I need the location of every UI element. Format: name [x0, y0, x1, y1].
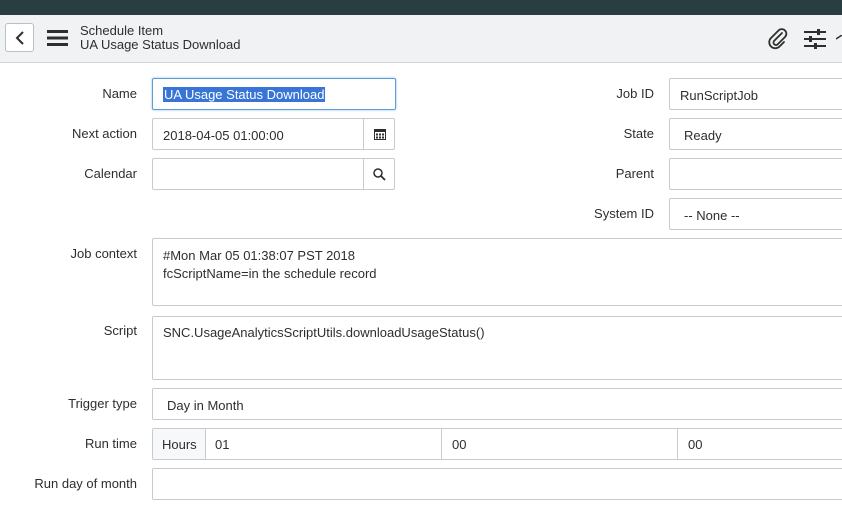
paperclip-icon[interactable]: [767, 28, 789, 50]
trigger-type-value: Day in Month: [167, 398, 244, 413]
parent-field[interactable]: [669, 158, 842, 190]
system-id-label: System ID: [594, 206, 654, 221]
hamburger-menu-icon[interactable]: [47, 30, 68, 46]
state-select[interactable]: Ready: [669, 118, 842, 150]
job-context-line-1: #Mon Mar 05 01:38:07 PST 2018: [163, 248, 355, 263]
trigger-type-label: Trigger type: [68, 396, 137, 411]
name-value: UA Usage Status Download: [163, 87, 326, 102]
form-header: Schedule Item UA Usage Status Download: [0, 15, 842, 63]
job-id-field[interactable]: RunScriptJob: [669, 78, 842, 110]
chevron-left-icon: [15, 31, 24, 45]
name-label: Name: [102, 86, 137, 101]
sliders-icon[interactable]: [804, 29, 826, 49]
record-name-subtitle: UA Usage Status Download: [80, 37, 241, 52]
run-time-field: Hours 01 00 00: [152, 428, 842, 460]
next-action-field[interactable]: 2018-04-05 01:00:00: [152, 118, 364, 150]
more-options-icon[interactable]: [836, 35, 842, 43]
run-time-minutes-select[interactable]: 00: [442, 429, 678, 459]
run-time-hours-select[interactable]: 01: [206, 429, 442, 459]
run-day-of-month-label: Run day of month: [34, 476, 137, 491]
run-day-of-month-select[interactable]: [152, 468, 842, 500]
back-button[interactable]: [5, 23, 34, 52]
parent-label: Parent: [615, 166, 654, 181]
script-label: Script: [103, 323, 137, 338]
name-field[interactable]: UA Usage Status Download: [152, 78, 396, 110]
script-editor[interactable]: SNC.UsageAnalyticsScriptUtils.downloadUs…: [152, 316, 842, 380]
run-time-label: Run time: [84, 436, 137, 451]
system-id-select[interactable]: -- None --: [669, 198, 842, 230]
run-time-seconds-value: 00: [688, 437, 703, 452]
run-time-minutes-value: 00: [452, 437, 467, 452]
date-picker-button[interactable]: [363, 118, 395, 150]
run-time-unit-label: Hours: [153, 429, 206, 459]
state-label: State: [623, 126, 654, 141]
job-context-line-2: fcScriptName=in the schedule record: [163, 266, 377, 281]
system-id-value: -- None --: [684, 208, 740, 223]
calendar-icon: [374, 129, 386, 140]
calendar-field[interactable]: [152, 158, 364, 190]
state-value: Ready: [684, 128, 722, 143]
calendar-lookup-button[interactable]: [363, 158, 395, 190]
run-time-seconds-select[interactable]: 00: [678, 429, 842, 459]
top-navigation-bar: [0, 0, 842, 15]
record-type-title: Schedule Item: [80, 23, 164, 38]
job-id-value: RunScriptJob: [680, 88, 759, 103]
job-context-label: Job context: [70, 246, 138, 261]
job-id-label: Job ID: [616, 86, 654, 101]
next-action-label: Next action: [71, 126, 137, 141]
job-context-textarea[interactable]: #Mon Mar 05 01:38:07 PST 2018 fcScriptNa…: [152, 238, 842, 306]
calendar-label: Calendar: [84, 166, 137, 181]
search-icon: [373, 168, 386, 181]
trigger-type-select[interactable]: Day in Month: [152, 388, 842, 420]
script-value: SNC.UsageAnalyticsScriptUtils.downloadUs…: [163, 325, 485, 340]
run-time-hours-value: 01: [215, 437, 230, 452]
next-action-value: 2018-04-05 01:00:00: [163, 128, 284, 143]
